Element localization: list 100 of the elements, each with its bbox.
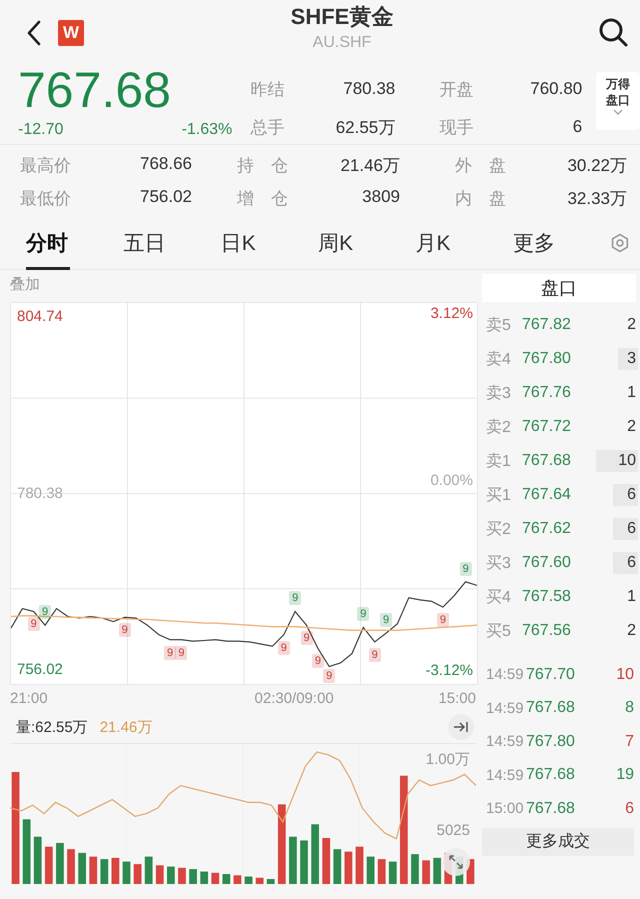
volume-bar — [411, 854, 419, 884]
volume-bar — [144, 856, 153, 884]
level-label: 卖1 — [485, 452, 512, 472]
order-book-header: 盘口 — [482, 274, 636, 302]
more-trades-button[interactable]: 更多成交 — [482, 828, 634, 856]
time-axis-label: 21:00 — [10, 690, 48, 707]
level-price: 767.82 — [521, 316, 572, 334]
time-axis-label: 15:00 — [438, 690, 476, 707]
stat-label: 外 盘 — [455, 155, 506, 177]
level-volume: 6 — [627, 486, 636, 504]
trade-time: 15:00 — [485, 800, 524, 818]
volume-bar — [266, 879, 275, 884]
price-axis-label: 804.74 — [17, 308, 63, 325]
volume-bar — [311, 824, 319, 884]
period-tab[interactable]: 月K — [415, 219, 513, 267]
volume-bar — [234, 875, 242, 884]
price-change-percent: -1.63% — [182, 121, 232, 139]
level-volume: 1 — [627, 588, 636, 606]
stat-value: 768.66 — [140, 154, 192, 175]
trade-price: 767.70 — [525, 666, 576, 684]
price-axis-label: 780.38 — [17, 484, 63, 502]
level-label: 买1 — [485, 486, 512, 506]
trade-time: 14:59 — [485, 700, 524, 717]
expand-icon[interactable] — [442, 848, 470, 876]
level-label: 卖4 — [485, 350, 512, 370]
signal-marker: 9 — [278, 640, 290, 655]
trade-price: 767.68 — [525, 800, 576, 818]
signal-marker: 9 — [460, 562, 472, 576]
search-icon[interactable] — [598, 17, 628, 47]
stat-label: 开盘 — [439, 78, 474, 100]
volume-bar — [333, 849, 342, 884]
last-price: 767.68 — [18, 62, 172, 118]
time-axis-label: 02:30/09:00 — [254, 690, 334, 707]
period-tab[interactable]: 日K — [220, 219, 318, 267]
signal-marker: 9 — [312, 654, 324, 668]
signal-marker: 9 — [28, 617, 40, 632]
level-volume: 1 — [627, 384, 636, 402]
stat-value: 32.33万 — [567, 188, 627, 210]
price-change: -12.70 — [18, 121, 64, 139]
level-price: 767.76 — [521, 384, 572, 402]
level-label: 买3 — [485, 554, 512, 574]
trade-volume: 10 — [615, 666, 635, 684]
volume-bar — [300, 840, 308, 884]
settings-icon[interactable] — [610, 233, 630, 253]
volume-bar — [178, 868, 186, 884]
instrument-code: AU.SHF — [312, 33, 372, 53]
volume-bar — [189, 869, 197, 884]
level-volume: 2 — [627, 418, 636, 436]
volume-bar — [22, 819, 31, 884]
chevron-down-icon — [613, 109, 624, 115]
volume-bar — [67, 849, 75, 884]
volume-bar — [222, 874, 230, 884]
trade-price: 767.80 — [525, 732, 576, 751]
period-tab[interactable]: 五日 — [123, 219, 221, 267]
level-price: 767.80 — [521, 350, 572, 368]
volume-bar — [167, 866, 175, 884]
stat-label: 最高价 — [20, 155, 71, 177]
level-volume: 10 — [618, 452, 636, 470]
volume-axis-label: 5025 — [436, 822, 470, 839]
volume-bar — [34, 836, 42, 884]
volume-bar — [388, 862, 397, 884]
volume-bar — [44, 846, 53, 884]
open-interest-label: 21.46万 — [100, 718, 152, 736]
volume-bar — [211, 872, 220, 884]
volume-bar — [356, 846, 364, 884]
wind-depth-button[interactable]: 万得盘口 — [596, 72, 640, 130]
period-tab[interactable]: 更多 — [512, 219, 610, 267]
percent-axis-label: 0.00% — [430, 472, 473, 488]
level-price: 767.62 — [521, 520, 572, 538]
stat-value: 62.55万 — [334, 116, 396, 138]
jump-to-end-icon[interactable] — [448, 714, 474, 740]
level-volume: 2 — [627, 622, 636, 640]
period-tab[interactable]: 周K — [318, 219, 416, 267]
trade-price: 767.68 — [525, 766, 576, 784]
level-label: 买4 — [485, 588, 512, 608]
app-logo: W — [58, 20, 84, 46]
stat-value: 780.38 — [342, 79, 396, 99]
signal-marker: 9 — [289, 591, 302, 606]
volume-bar — [156, 865, 164, 884]
volume-bar — [78, 852, 86, 884]
level-label: 卖2 — [485, 418, 512, 438]
volume-bar — [422, 860, 430, 884]
signal-marker: 9 — [118, 623, 131, 638]
stat-label: 持 仓 — [237, 155, 288, 177]
trade-price: 767.68 — [525, 699, 576, 718]
volume-bar — [200, 872, 208, 884]
percent-axis-label: -3.12% — [425, 662, 473, 679]
stat-value: 21.46万 — [340, 155, 400, 177]
volume-bar — [122, 862, 130, 884]
volume-axis-label: 1.00万 — [426, 750, 470, 769]
period-tab[interactable]: 分时 — [26, 219, 124, 267]
trade-volume: 8 — [624, 699, 635, 718]
back-icon[interactable] — [26, 20, 42, 46]
signal-marker: 9 — [323, 669, 336, 683]
volume-bar — [289, 836, 297, 884]
instrument-title: SHFE黄金 — [290, 3, 394, 31]
level-price: 767.56 — [521, 622, 572, 640]
volume-bar — [433, 858, 442, 884]
level-label: 买5 — [485, 622, 512, 642]
signal-marker: 9 — [380, 613, 392, 628]
